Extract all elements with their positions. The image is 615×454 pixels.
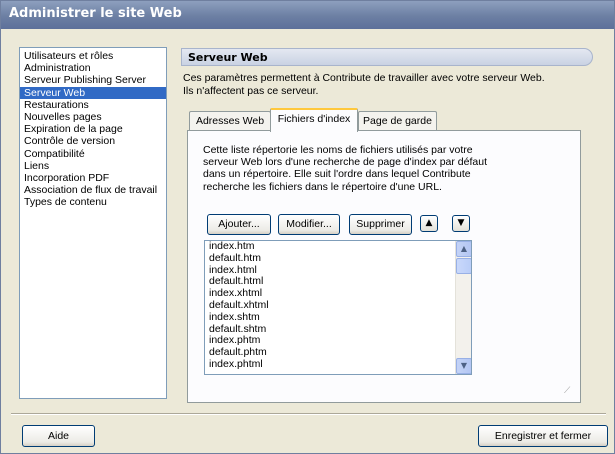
category-item-page-expiration[interactable]: Expiration de la page [20, 123, 166, 135]
title-bar[interactable]: Administrer le site Web [1, 1, 614, 29]
tab-web-addresses[interactable]: Adresses Web [189, 111, 271, 131]
delete-button[interactable]: Supprimer [349, 214, 412, 235]
add-button[interactable]: Ajouter... [207, 214, 271, 235]
resize-grip-icon[interactable]: ⟋ [564, 386, 576, 398]
panel-text-line: dans un répertoire. Elle suit l'ordre da… [203, 168, 471, 181]
scroll-down-icon[interactable]: ▼ [456, 358, 471, 374]
footer-separator [11, 413, 606, 415]
description-line: Ils n'affectent pas ce serveur. [183, 85, 319, 97]
category-item-links[interactable]: Liens [20, 160, 166, 172]
category-list[interactable]: Utilisateurs et rôles Administration Ser… [19, 47, 167, 399]
list-item[interactable]: index.phtml [205, 358, 471, 371]
list-item[interactable]: default.htm [205, 252, 471, 265]
list-item[interactable]: default.xhtml [205, 299, 471, 312]
edit-button[interactable]: Modifier... [278, 214, 340, 235]
help-button[interactable]: Aide [22, 425, 95, 447]
category-item-content-types[interactable]: Types de contenu [20, 196, 166, 208]
category-item-publishing-server[interactable]: Serveur Publishing Server [20, 74, 166, 86]
panel-text-line: recherche les fichiers dans le répertoir… [203, 180, 442, 193]
move-up-button[interactable]: ▲ [420, 215, 438, 232]
triangle-down-icon: ▼ [457, 218, 465, 228]
section-description: Ces paramètres permettent à Contribute d… [183, 72, 588, 98]
panel-text-line: serveur Web lors d'une recherche de page… [203, 156, 487, 169]
move-down-button[interactable]: ▼ [452, 215, 470, 232]
category-item-rollbacks[interactable]: Restaurations [20, 99, 166, 111]
scroll-thumb[interactable] [456, 258, 471, 274]
category-item-pdf-embedding[interactable]: Incorporation PDF [20, 172, 166, 184]
tab-index-files[interactable]: Fichiers d'index [270, 108, 358, 132]
category-item-version-control[interactable]: Contrôle de version [20, 135, 166, 147]
scroll-up-icon[interactable]: ▲ [456, 241, 471, 257]
vertical-scrollbar[interactable]: ▲ ▼ [455, 241, 471, 374]
description-line: Ces paramètres permettent à Contribute d… [183, 72, 545, 84]
admin-dialog: Administrer le site Web Utilisateurs et … [0, 0, 615, 454]
window-title: Administrer le site Web [9, 6, 182, 21]
tab-cover-page[interactable]: Page de garde [358, 111, 437, 131]
panel-description: Cette liste répertorie les noms de fichi… [203, 144, 533, 193]
category-item-administration[interactable]: Administration [20, 62, 166, 74]
triangle-up-icon: ▲ [425, 218, 433, 228]
category-item-users-roles[interactable]: Utilisateurs et rôles [20, 50, 166, 62]
section-title: Serveur Web [188, 51, 268, 64]
category-item-compatibility[interactable]: Compatibilité [20, 148, 166, 160]
category-item-new-pages[interactable]: Nouvelles pages [20, 111, 166, 123]
index-file-list[interactable]: index.htm default.htm index.html default… [204, 240, 472, 375]
save-and-close-button[interactable]: Enregistrer et fermer [478, 425, 608, 447]
category-item-workflow-association[interactable]: Association de flux de travail [20, 184, 166, 196]
list-item[interactable]: index.shtm [205, 311, 471, 324]
section-header: Serveur Web [181, 48, 593, 66]
category-item-web-server[interactable]: Serveur Web [20, 86, 166, 99]
panel-text-line: Cette liste répertorie les noms de fichi… [203, 144, 473, 156]
